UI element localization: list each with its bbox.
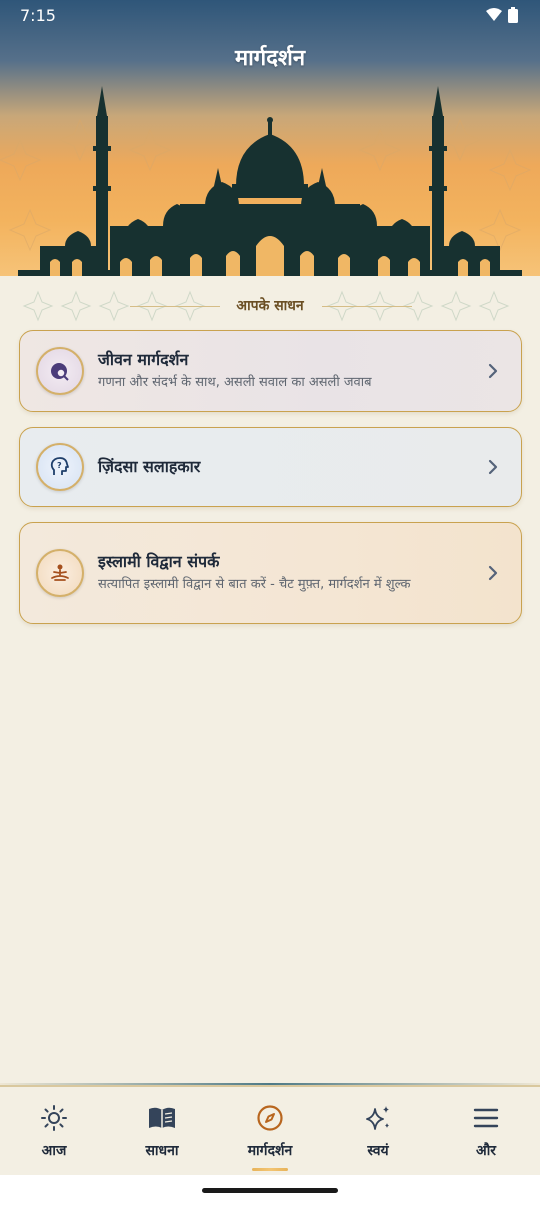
card-title: ज़िंदसा सलाहकार [98, 457, 201, 476]
nav-label: मार्गदर्शन [247, 1143, 293, 1159]
section-header: आपके साधन [0, 282, 540, 326]
nav-label: आज [41, 1143, 67, 1159]
mosque-skyline-illustration [18, 86, 522, 276]
svg-text:?: ? [57, 461, 62, 470]
status-bar: 7:15 [0, 0, 540, 30]
sun-icon [40, 1103, 68, 1133]
nav-label: और [475, 1143, 497, 1159]
card-subtitle: सत्यापित इस्लामी विद्वान से बात करें - च… [98, 577, 411, 592]
section-label: आपके साधन [236, 298, 304, 314]
card-title: इस्लामी विद्वान संपर्क [98, 552, 220, 571]
nav-item-more[interactable]: और [432, 1087, 540, 1175]
globe-search-icon [36, 347, 84, 395]
status-time: 7:15 [20, 5, 56, 25]
book-icon [147, 1103, 177, 1133]
nav-item-sadhana[interactable]: साधना [108, 1087, 216, 1175]
bottom-navigation: आज साधना मार्गदर्शन स्वयं और [0, 1085, 540, 1175]
menu-icon [472, 1103, 500, 1133]
nav-item-guidance[interactable]: मार्गदर्शन [216, 1087, 324, 1175]
nav-item-today[interactable]: आज [0, 1087, 108, 1175]
wifi-icon [486, 8, 502, 21]
sparkles-icon [363, 1103, 393, 1133]
card-scholar-contact[interactable]: इस्लामी विद्वान संपर्क सत्यापित इस्लामी … [19, 522, 522, 624]
card-text: ज़िंदसा सलाहकार [98, 456, 483, 478]
chevron-right-icon [483, 459, 503, 475]
compass-icon [256, 1103, 284, 1133]
card-text: जीवन मार्गदर्शन गणना और संदर्भ के साथ, अ… [98, 349, 483, 393]
card-text: इस्लामी विद्वान संपर्क सत्यापित इस्लामी … [98, 551, 483, 595]
battery-icon [508, 7, 518, 23]
nav-label: स्वयं [367, 1143, 389, 1159]
active-tab-indicator [252, 1168, 288, 1171]
head-question-icon: ? [36, 443, 84, 491]
card-life-guidance[interactable]: जीवन मार्गदर्शन गणना और संदर्भ के साथ, अ… [19, 330, 522, 412]
nav-item-self[interactable]: स्वयं [324, 1087, 432, 1175]
nav-label: साधना [145, 1143, 179, 1159]
page-title: मार्गदर्शन [234, 46, 306, 71]
meditation-person-icon [36, 549, 84, 597]
home-indicator[interactable] [202, 1188, 338, 1193]
card-subtitle: गणना और संदर्भ के साथ, असली सवाल का असली… [98, 375, 372, 390]
chevron-right-icon [483, 363, 503, 379]
chevron-right-icon [483, 565, 503, 581]
header-banner: 7:15 मार्गदर्शन [0, 0, 540, 276]
card-title: जीवन मार्गदर्शन [98, 350, 189, 369]
card-advisor[interactable]: ? ज़िंदसा सलाहकार [19, 427, 522, 507]
